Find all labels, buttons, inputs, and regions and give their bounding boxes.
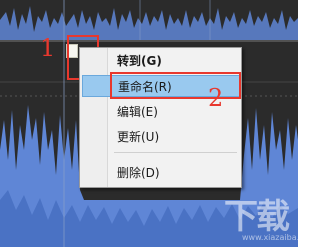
watermark-domain: www.xiazaiba.com bbox=[242, 233, 298, 242]
annotation-number-1: 1 bbox=[40, 34, 56, 62]
site-watermark: 下载 www.xiazaiba.com bbox=[224, 199, 298, 243]
menu-item-delete[interactable]: 删除(D) bbox=[108, 162, 241, 184]
annotation-number-2: 2 bbox=[208, 84, 224, 112]
watermark-logo-text: 下载 bbox=[224, 197, 290, 237]
audio-editor-view: 1 转到(G) 重命名(R) 编辑(E) 更新(U) 删除(D) 2 下载 ww… bbox=[0, 0, 298, 247]
menu-separator bbox=[114, 152, 237, 153]
menu-item-goto[interactable]: 转到(G) bbox=[108, 50, 241, 72]
context-menu: 转到(G) 重命名(R) 编辑(E) 更新(U) 删除(D) bbox=[79, 47, 242, 188]
menu-item-update[interactable]: 更新(U) bbox=[108, 126, 241, 148]
menu-icon-gutter bbox=[80, 48, 108, 187]
